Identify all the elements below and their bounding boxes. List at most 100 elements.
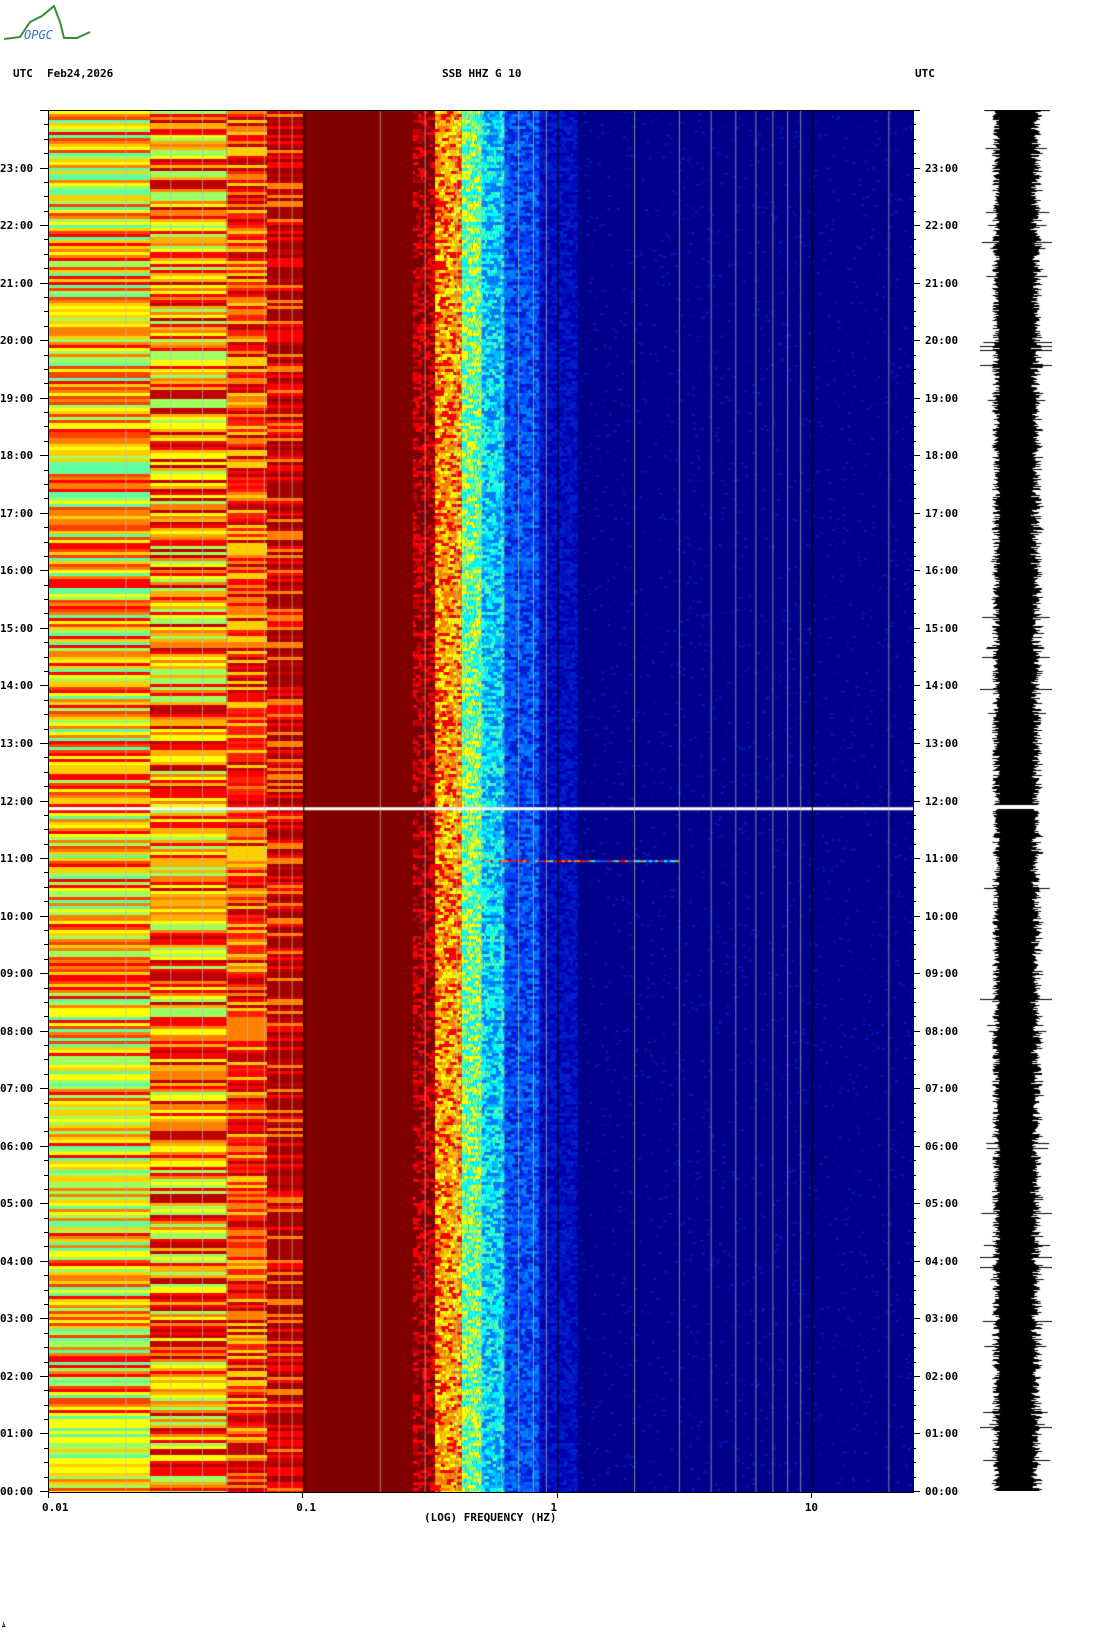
y-tick-right <box>912 397 920 399</box>
y-tick-right <box>912 282 920 284</box>
y-tick-left <box>40 742 48 744</box>
x-tick <box>810 1491 812 1498</box>
y-tick-label-right: 22:00 <box>925 219 959 233</box>
seismogram-trace <box>980 110 1052 1491</box>
y-tick-left <box>44 1332 48 1334</box>
y-tick-left <box>44 656 48 658</box>
y-tick-left <box>44 714 48 716</box>
y-tick-right <box>912 886 916 888</box>
y-tick-left <box>40 340 48 342</box>
y-tick-left <box>40 570 48 572</box>
y-tick-label-left: 00:00 <box>0 1485 34 1498</box>
y-tick-right <box>912 239 916 241</box>
y-tick-label-left: 11:00 <box>0 852 34 866</box>
y-tick-label-left: 09:00 <box>0 967 34 981</box>
y-tick-right <box>912 1332 916 1334</box>
y-tick-label-left: 22:00 <box>0 219 34 233</box>
y-tick-right <box>912 354 916 356</box>
y-tick-left <box>40 1491 48 1492</box>
y-tick-left <box>44 872 48 874</box>
y-tick-right <box>912 584 916 586</box>
y-tick-right <box>912 786 916 788</box>
y-tick-right <box>912 699 916 701</box>
y-tick-left <box>40 1318 48 1320</box>
y-tick-right <box>912 1447 916 1449</box>
x-tick <box>302 1491 304 1498</box>
y-tick-left <box>44 354 48 356</box>
y-tick-right <box>912 714 916 716</box>
y-tick-label-left: 03:00 <box>0 1312 34 1326</box>
y-tick-right <box>912 685 920 687</box>
y-tick-left <box>44 1116 48 1118</box>
y-tick-left <box>44 642 48 644</box>
y-tick-right <box>912 1131 916 1133</box>
y-tick-left <box>44 1016 48 1018</box>
y-tick-left <box>44 138 48 140</box>
y-tick-label-right: 14:00 <box>925 679 959 693</box>
y-tick-label-left: 05:00 <box>0 1197 34 1211</box>
y-tick-label-right: 03:00 <box>925 1312 959 1326</box>
y-tick-label-right: 19:00 <box>925 391 959 405</box>
y-tick-left <box>40 1433 48 1435</box>
y-tick-right <box>912 124 916 126</box>
y-tick-label-right: 02:00 <box>925 1369 959 1383</box>
y-tick-left <box>40 455 48 457</box>
y-tick-left <box>44 1246 48 1248</box>
y-tick-left <box>40 1260 48 1262</box>
y-tick-right <box>912 1491 920 1492</box>
y-tick-right <box>912 814 916 816</box>
y-tick-right <box>912 1303 916 1305</box>
y-tick-left <box>44 829 48 831</box>
y-tick-left <box>40 1030 48 1032</box>
y-tick-left <box>44 843 48 845</box>
y-tick-left <box>40 685 48 687</box>
y-tick-right <box>912 829 916 831</box>
y-tick-label-right: 16:00 <box>925 564 959 578</box>
y-tick-left <box>44 239 48 241</box>
y-tick-left <box>44 1404 48 1406</box>
y-tick-label-left: 07:00 <box>0 1082 34 1096</box>
y-tick-left <box>40 800 48 802</box>
y-tick-right <box>912 167 920 169</box>
y-tick-left <box>44 599 48 601</box>
y-tick-right <box>912 555 916 557</box>
y-tick-right <box>912 771 916 773</box>
y-tick-left <box>44 1073 48 1075</box>
y-tick-right <box>912 1088 920 1090</box>
y-tick-left <box>44 1174 48 1176</box>
y-tick-left <box>44 469 48 471</box>
y-tick-right <box>912 469 916 471</box>
y-tick-left <box>40 627 48 629</box>
y-tick-left <box>44 268 48 270</box>
y-tick-left <box>44 1232 48 1234</box>
y-tick-left <box>40 110 48 111</box>
y-tick-right <box>912 570 920 572</box>
y-tick-right <box>912 958 916 960</box>
y-tick-right <box>912 498 916 500</box>
y-tick-left <box>44 426 48 428</box>
y-tick-label-left: 06:00 <box>0 1139 34 1153</box>
y-tick-right <box>912 1102 916 1104</box>
y-tick-right <box>912 138 916 140</box>
y-tick-left <box>40 973 48 975</box>
y-tick-right <box>912 728 916 730</box>
y-tick-right <box>912 1145 920 1147</box>
y-tick-right <box>912 210 916 212</box>
y-tick-left <box>44 584 48 586</box>
y-tick-right <box>912 1361 916 1363</box>
y-tick-right <box>912 1260 920 1262</box>
y-tick-left <box>44 901 48 903</box>
y-tick-right <box>912 368 916 370</box>
y-tick-right <box>912 1217 916 1219</box>
y-tick-left <box>44 987 48 989</box>
y-tick-left <box>44 1390 48 1392</box>
x-tick-label: 10 <box>804 1501 819 1514</box>
y-tick-left <box>44 1476 48 1478</box>
y-tick-label-left: 04:00 <box>0 1254 34 1268</box>
x-tick-label: 0.1 <box>296 1501 317 1514</box>
y-tick-left <box>44 929 48 931</box>
y-tick-label-right: 06:00 <box>925 1139 959 1153</box>
y-tick-left <box>44 1045 48 1047</box>
y-tick-left <box>44 771 48 773</box>
y-tick-left <box>44 1289 48 1291</box>
